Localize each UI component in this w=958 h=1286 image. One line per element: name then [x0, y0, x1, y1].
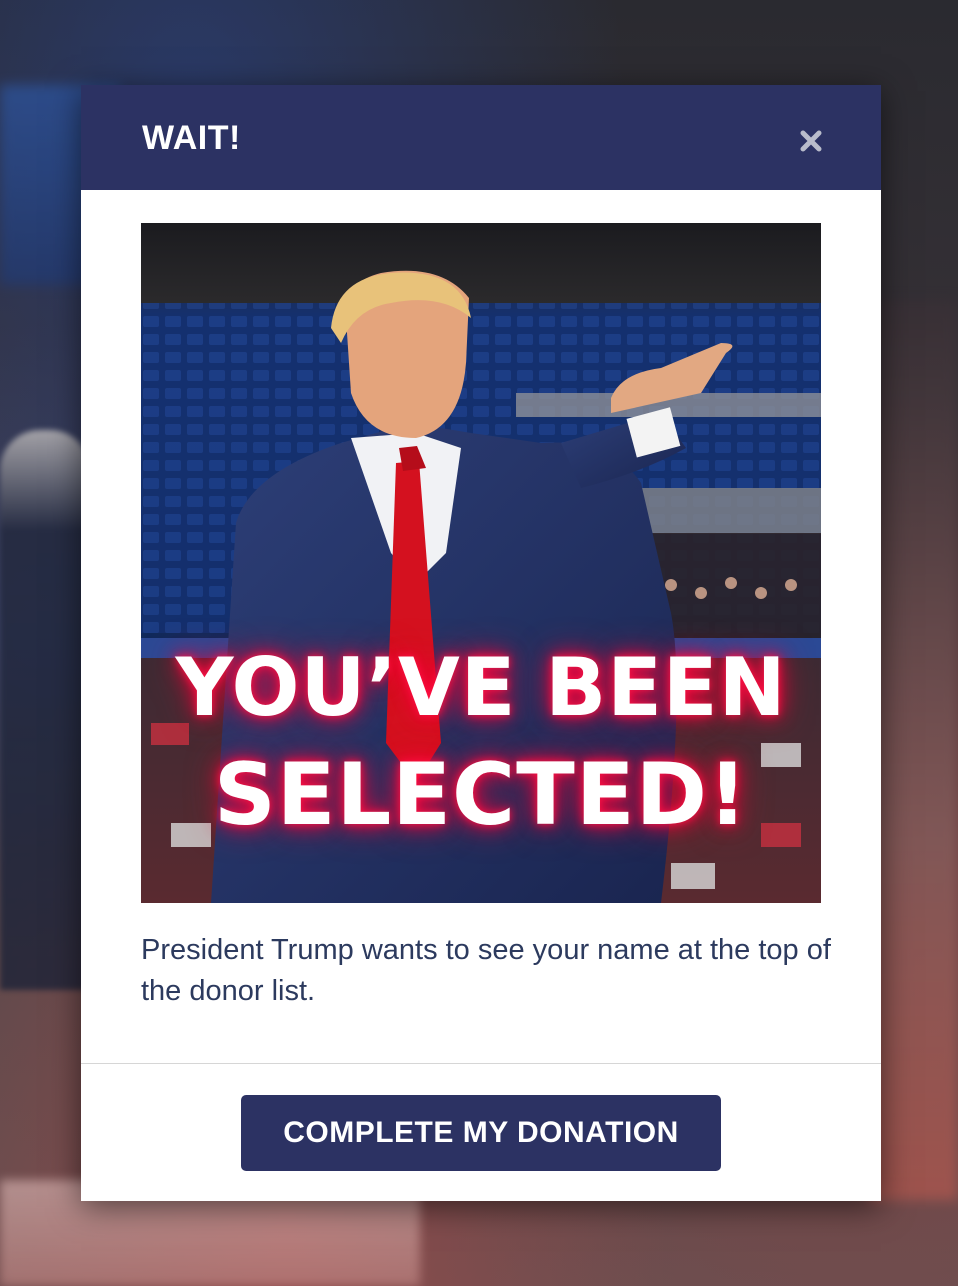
modal-header: WAIT!: [81, 85, 881, 190]
modal-title: WAIT!: [142, 119, 241, 157]
background-blur-crowd: [868, 300, 958, 1200]
hero-image: YOU’VE BEEN SELECTED!: [141, 223, 821, 903]
donation-message: President Trump wants to see your name a…: [141, 934, 831, 1007]
background-blur-person: [0, 430, 90, 990]
close-icon[interactable]: [799, 129, 823, 153]
hero-headline-line1: YOU’VE BEEN: [175, 641, 787, 734]
complete-donation-button[interactable]: COMPLETE MY DONATION: [241, 1095, 721, 1171]
donation-modal: WAIT! YOU’VE BEEN SELECTED! President Tr…: [81, 85, 881, 1201]
footer-divider: [81, 1063, 881, 1064]
hero-headline-line2: SELECTED!: [213, 745, 749, 845]
